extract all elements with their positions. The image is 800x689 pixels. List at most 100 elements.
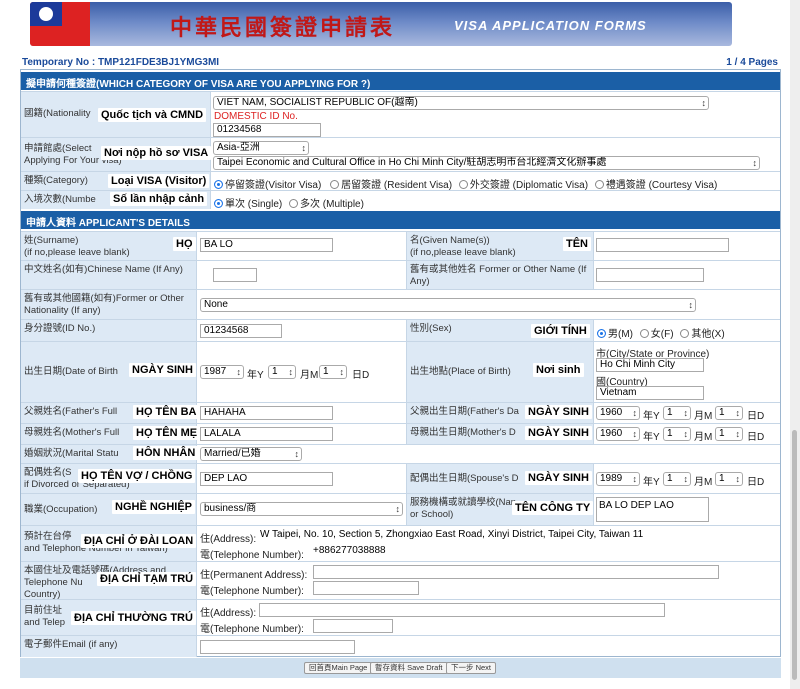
spouse-name-input[interactable]: DEP LAO — [200, 472, 333, 486]
address-taiwan-addr-input[interactable]: W Taipei, No. 10, Section 5, Zhongxiao E… — [257, 529, 661, 543]
father-dob-month-unit: 月M — [694, 411, 713, 422]
row-former-nationality: 舊有或其他國籍(如有)Former or Other Nationality (… — [21, 289, 780, 319]
annotation-occupation: NGHỀ NGHIỆP — [112, 500, 196, 514]
entries-option-single[interactable]: 單次 (Single) — [214, 199, 282, 210]
annotation-surname: HỌ — [173, 237, 196, 251]
father-name-input[interactable]: HAHAHA — [200, 406, 333, 420]
pob-country-input[interactable]: Vietnam — [596, 386, 704, 400]
annotation-sex: GIỚI TÍNH — [531, 324, 590, 338]
email-label: 電子郵件Email (if any) — [21, 636, 197, 657]
id-no-label: 身分證號(ID No.) — [21, 320, 197, 341]
sex-option-other[interactable]: 其他(X) — [680, 329, 725, 340]
annotation-spouse-dob: NGÀY SINH — [525, 471, 592, 485]
spouse-dob-month-select[interactable]: 1 — [663, 472, 691, 486]
section-applicant-title: 申請人資料 APPLICANT'S DETAILS — [21, 211, 780, 229]
annotation-given-name: TÊN — [563, 237, 591, 251]
nationality-select[interactable]: VIET NAM, SOCIALIST REPUBLIC OF(越南) — [213, 96, 709, 110]
spouse-dob-year-select[interactable]: 1989 — [596, 472, 640, 486]
annotation-address-permanent: ĐỊA CHỈ TẠM TRÚ — [97, 572, 197, 586]
spouse-dob-year-unit: 年Y — [643, 477, 660, 488]
entries-option-multiple[interactable]: 多次 (Multiple) — [289, 199, 364, 210]
dob-day-unit: 日D — [352, 370, 370, 381]
address-current-tel-label: 電(Telephone Number): — [200, 624, 304, 635]
father-dob-month-select[interactable]: 1 — [663, 406, 691, 420]
email-input[interactable] — [200, 640, 355, 654]
address-current-addr-label: 住(Address): — [200, 608, 257, 619]
father-dob-day-select[interactable]: 1 — [715, 406, 743, 420]
annotation-address-current: ĐỊA CHỈ THƯỜNG TRÚ — [71, 611, 196, 625]
address-permanent-addr-label: 住(Permanent Address): — [200, 570, 308, 581]
row-id-sex: 身分證號(ID No.) 01234568 性別(Sex) 男(M) 女(F) … — [21, 319, 780, 341]
pob-city-input[interactable]: Ho Chi Minh City — [596, 358, 704, 372]
section-visa-category-title: 擬申請何種簽證(WHICH CATEGORY OF VISA ARE YOU A… — [21, 72, 780, 90]
address-current-tel-input[interactable] — [313, 619, 393, 633]
chinese-name-label: 中文姓名(如有)Chinese Name (If Any) — [21, 261, 197, 289]
spouse-dob-day-unit: 日D — [747, 477, 765, 488]
mother-dob-day-unit: 日D — [747, 432, 765, 443]
region-select[interactable]: Asia-亞洲 — [213, 141, 309, 155]
spouse-dob-day-select[interactable]: 1 — [715, 472, 743, 486]
former-nationality-label: 舊有或其他國籍(如有)Former or Other Nationality (… — [21, 290, 197, 319]
dob-day-select[interactable]: 1 — [319, 365, 347, 379]
address-current-addr-input[interactable] — [259, 603, 665, 617]
mother-name-input[interactable]: LALALA — [200, 427, 333, 441]
sex-option-male[interactable]: 男(M) — [597, 329, 633, 340]
row-chinese-name: 中文姓名(如有)Chinese Name (If Any) 舊有或其他姓名 Fo… — [21, 260, 780, 289]
father-dob-day-unit: 日D — [747, 411, 765, 422]
mother-dob-month-select[interactable]: 1 — [663, 427, 691, 441]
banner-title-chinese: 中華民國簽證申請表 — [170, 15, 396, 41]
page-indicator: 1 / 4 Pages — [726, 57, 778, 68]
entries-options: 單次 (Single) 多次 (Multiple) — [214, 195, 364, 210]
annotation-father-dob: NGÀY SINH — [525, 405, 592, 419]
sex-option-female[interactable]: 女(F) — [639, 329, 674, 340]
roc-flag-icon — [30, 2, 90, 46]
mother-dob-year-select[interactable]: 1960 — [596, 427, 640, 441]
occupation-select[interactable]: business/商 — [200, 502, 403, 516]
next-button[interactable]: 下一步 Next — [446, 662, 497, 674]
surname-input[interactable]: BA LO — [200, 238, 333, 252]
address-permanent-addr-input[interactable] — [313, 565, 719, 579]
former-name-label: 舊有或其他姓名 Former or Other Name (If Any) — [406, 261, 594, 289]
marital-select[interactable]: Married/已婚 — [200, 447, 302, 461]
former-nationality-select[interactable]: None — [200, 298, 696, 312]
annotation-address-taiwan: ĐỊA CHỈ Ở ĐÀI LOAN — [81, 534, 197, 548]
father-dob-year-unit: 年Y — [643, 411, 660, 422]
category-options: 停留簽證(Visitor Visa) 居留簽證 (Resident Visa) … — [214, 176, 717, 191]
header-banner: 中華民國簽證申請表 VISA APPLICATION FORMS — [30, 2, 732, 46]
annotation-entries: Số lần nhập cảnh — [110, 192, 208, 206]
annotation-place: Nơi nộp hồ sơ VISA — [101, 146, 212, 160]
temporary-number: Temporary No : TMP121FDE3BJ1YMG3MI — [22, 57, 220, 68]
form-footer: 回首頁Main Page 暫存資料 Save Draft 下一步 Next — [20, 658, 781, 678]
row-email: 電子郵件Email (if any) — [21, 635, 780, 657]
dob-month-unit: 月M — [300, 370, 319, 381]
dob-month-select[interactable]: 1 — [268, 365, 296, 379]
scrollbar-thumb[interactable] — [792, 430, 797, 680]
scrollbar[interactable] — [790, 0, 800, 689]
visa-form: 擬申請何種簽證(WHICH CATEGORY OF VISA ARE YOU A… — [20, 69, 781, 657]
banner-title-english: VISA APPLICATION FORMS — [454, 18, 647, 33]
save-draft-button[interactable]: 暫存資料 Save Draft — [370, 662, 448, 674]
mother-dob-month-unit: 月M — [694, 432, 713, 443]
office-select[interactable]: Taipei Economic and Cultural Office in H… — [213, 156, 760, 170]
dob-year-select[interactable]: 1987 — [200, 365, 244, 379]
address-permanent-tel-input[interactable] — [313, 581, 419, 595]
mother-dob-day-select[interactable]: 1 — [715, 427, 743, 441]
id-no-input[interactable]: 01234568 — [200, 324, 282, 338]
address-taiwan-addr-label: 住(Address): — [200, 534, 257, 545]
spouse-dob-month-unit: 月M — [694, 477, 713, 488]
domestic-id-input[interactable]: 01234568 — [213, 123, 321, 137]
annotation-marital: HÔN NHÂN — [133, 446, 199, 460]
mother-dob-year-unit: 年Y — [643, 432, 660, 443]
address-taiwan-tel-input[interactable]: +886277038888 — [310, 545, 394, 559]
father-dob-year-select[interactable]: 1960 — [596, 406, 640, 420]
address-taiwan-tel-label: 電(Telephone Number): — [200, 550, 304, 561]
annotation-employer: TÊN CÔNG TY — [512, 501, 594, 515]
employer-textarea[interactable]: BA LO DEP LAO — [596, 497, 709, 522]
given-name-input[interactable] — [596, 238, 729, 252]
annotation-mother: HỌ TÊN MẸ — [133, 426, 201, 440]
chinese-name-input[interactable] — [213, 268, 257, 282]
main-page-button[interactable]: 回首頁Main Page — [304, 662, 373, 674]
row-name: 姓(Surname) (if no,please leave blank) BA… — [21, 231, 780, 260]
domestic-id-label: DOMESTIC ID No. — [214, 111, 298, 122]
former-name-input[interactable] — [596, 268, 704, 282]
